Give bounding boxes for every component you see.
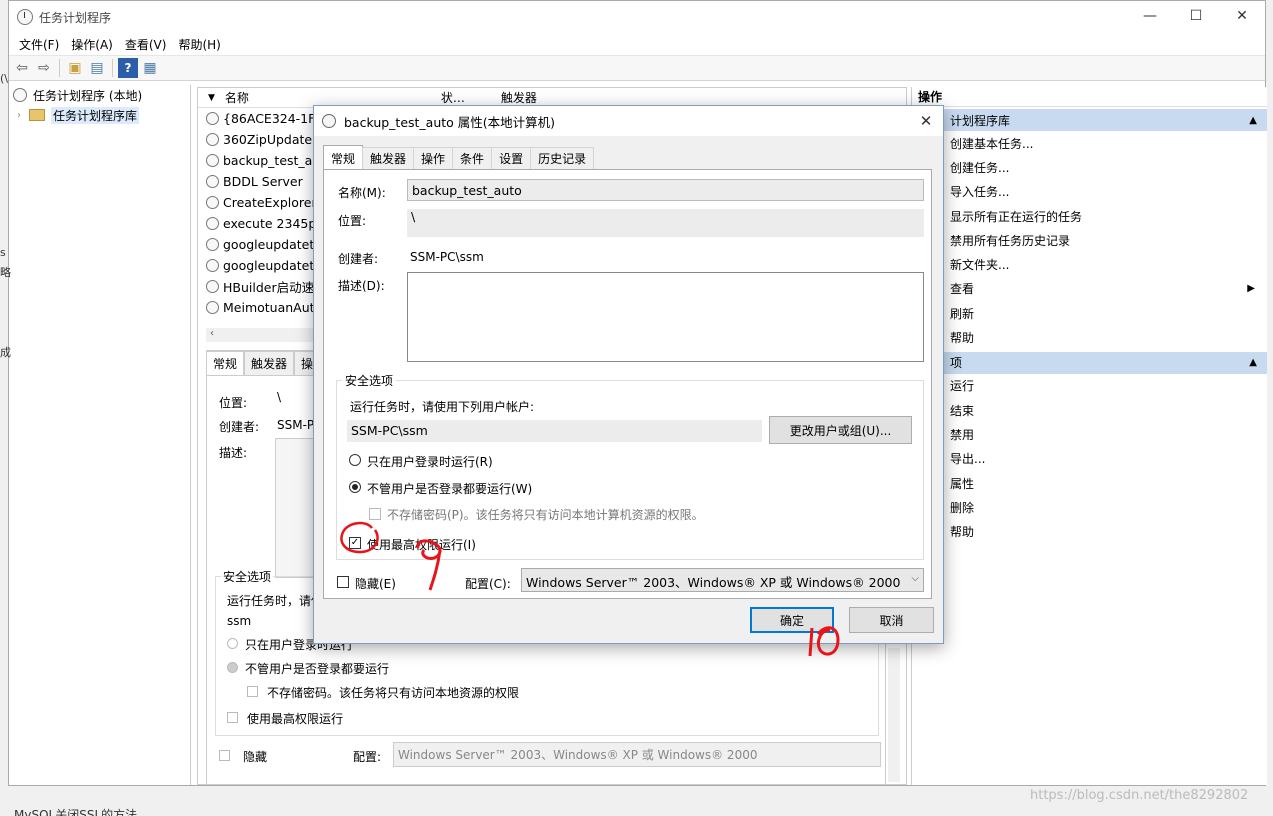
background-page-text: MySQL关闭SSL的方法 [14, 808, 138, 816]
annotation-circle [340, 521, 379, 554]
annotation-layer [340, 521, 840, 657]
annotation-step-10-mark [808, 626, 840, 657]
watermark: https://blog.csdn.net/the8292802 [1030, 788, 1249, 803]
annotation-step-9-mark [416, 539, 442, 591]
